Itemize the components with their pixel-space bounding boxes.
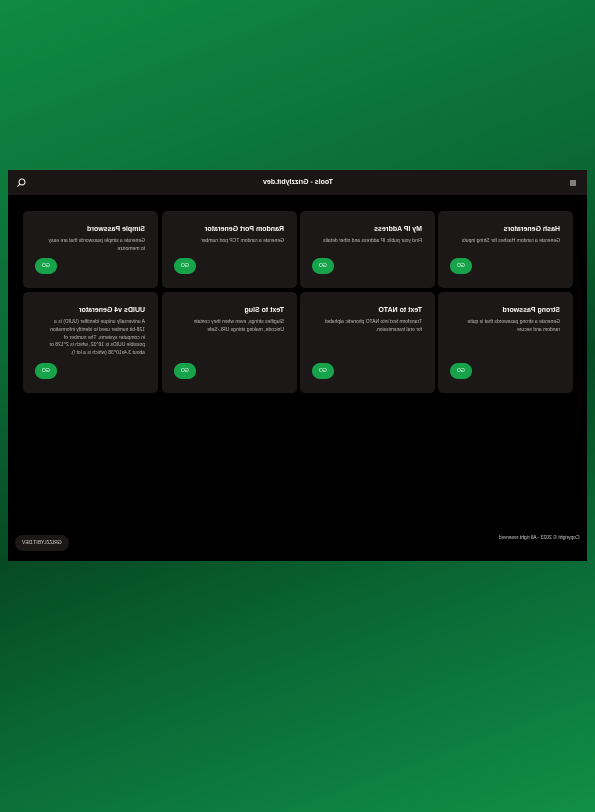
- go-button-label: GO: [42, 263, 50, 269]
- go-button-label: GO: [319, 263, 327, 269]
- go-button[interactable]: GO: [174, 258, 196, 274]
- tool-title: UUIDs v4 Generator: [78, 307, 145, 314]
- tool-card-strong-password[interactable]: Strong Password Generate a strong passwor…: [438, 292, 573, 393]
- tool-card-random-port-generator[interactable]: Random Port Generator Generate a random T…: [162, 211, 297, 288]
- go-button[interactable]: GO: [450, 363, 472, 379]
- go-button[interactable]: GO: [450, 258, 472, 274]
- tool-title: My IP Address: [374, 226, 422, 233]
- menu-icon: [570, 180, 576, 186]
- search-button[interactable]: [14, 176, 28, 190]
- tool-title: Hash Generators: [503, 226, 560, 233]
- tool-card-hash-generators[interactable]: Hash Generators Generate a random Hashes …: [438, 211, 573, 288]
- top-bar: Tools - Grizzlybit.dev: [8, 170, 587, 195]
- tool-card-text-to-nato[interactable]: Text to NATO Transform text into NATO pho…: [300, 292, 435, 393]
- tool-description: Find your public IP address and other de…: [323, 238, 422, 244]
- app-window-render: Tools - Grizzlybit.dev Hash Generators Ge…: [8, 170, 587, 561]
- go-button[interactable]: GO: [312, 258, 334, 274]
- footer-copyright: Copyright © 2023 - All right reserved: [499, 535, 580, 541]
- go-button-label: GO: [457, 263, 465, 269]
- tool-description: A universally unique identifier (UUID) i…: [49, 319, 145, 357]
- go-button-label: GO: [42, 368, 50, 374]
- tool-title: Strong Password: [502, 307, 560, 314]
- page-title: Tools - Grizzlybit.dev: [262, 179, 333, 186]
- tool-title: Simple Password: [87, 226, 145, 233]
- go-button-label: GO: [319, 368, 327, 374]
- tool-description: Generate a random TCP port number: [201, 238, 284, 244]
- go-button[interactable]: GO: [312, 363, 334, 379]
- tool-card-my-ip-address[interactable]: My IP Address Find your public IP address…: [300, 211, 435, 288]
- go-button[interactable]: GO: [35, 363, 57, 379]
- go-button-label: GO: [457, 368, 465, 374]
- tool-card-text-to-slug[interactable]: Text to Slug Slugifies strings, even when…: [162, 292, 297, 393]
- tool-card-simple-password[interactable]: Simple Password Generate a simple passwor…: [23, 211, 158, 288]
- tool-description: Transform text into NATO phonetic alphab…: [324, 319, 422, 333]
- tool-description: Slugifies strings, even when they contai…: [193, 319, 284, 333]
- tool-title: Text to Slug: [244, 307, 284, 314]
- tool-description: Generate a random Hashes for String inpu…: [461, 238, 560, 244]
- search-icon: [17, 178, 26, 187]
- go-button-label: GO: [181, 368, 189, 374]
- tool-description: Generate a simple passwords that are eas…: [48, 238, 145, 252]
- tool-card-uuid-v4-generator[interactable]: UUIDs v4 Generator A universally unique i…: [23, 292, 158, 393]
- tool-description: Generate a strong passwords that is quit…: [467, 319, 560, 333]
- go-button[interactable]: GO: [35, 258, 57, 274]
- tool-title: Text to NATO: [378, 307, 422, 314]
- go-button[interactable]: GO: [174, 363, 196, 379]
- menu-button[interactable]: [566, 176, 580, 190]
- go-button-label: GO: [181, 263, 189, 269]
- brand-badge[interactable]: GRIZZLYBIT.DEV: [15, 535, 69, 551]
- tool-title: Random Port Generator: [204, 226, 284, 233]
